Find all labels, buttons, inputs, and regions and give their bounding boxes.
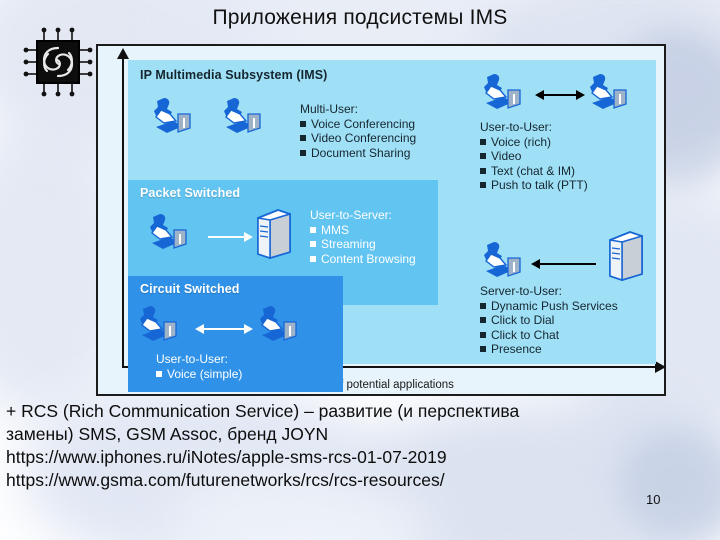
list-item: Voice Conferencing	[300, 117, 416, 132]
group-user-to-user-rich: User-to-User: Voice (rich) Video Text (c…	[480, 120, 588, 193]
region-ims: IP Multimedia Subsystem (IMS) Multi-User…	[128, 60, 656, 392]
region-label-packet-switched: Packet Switched	[140, 186, 241, 200]
list-item: Voice (simple)	[156, 367, 242, 382]
server-icon	[252, 206, 294, 260]
bullet-icon	[480, 302, 486, 309]
group-server-to-user: Server-to-User: Dynamic Push Services Cl…	[480, 284, 618, 357]
person-laptop-icon	[480, 238, 532, 284]
list-item-label: Presence	[491, 342, 542, 357]
note-line-2: замены) SMS, GSM Assoc, бренд JOYN	[6, 424, 329, 444]
list-item: Streaming	[310, 237, 416, 252]
list-item-label: Click to Chat	[491, 327, 560, 342]
bullet-icon	[480, 153, 486, 160]
list-item-label: Text (chat & IM)	[491, 163, 576, 178]
bullet-icon	[310, 226, 316, 233]
region-circuit-switched: Circuit Switched User-to-User: Voice (si…	[128, 276, 343, 392]
group-user-to-server: User-to-Server: MMS Streaming Content Br…	[310, 208, 416, 266]
list-item-label: Content Browsing	[321, 251, 416, 266]
bullet-icon	[156, 370, 162, 377]
list-item-label: Click to Dial	[491, 313, 555, 328]
bidirectional-arrow-icon	[195, 324, 253, 334]
person-laptop-icon	[480, 70, 532, 116]
person-laptop-icon	[146, 210, 198, 256]
list-item-label: Document Sharing	[311, 145, 411, 160]
list-item: Video	[480, 149, 588, 164]
group-heading: Server-to-User:	[480, 284, 563, 298]
list-item: Video Conferencing	[300, 131, 416, 146]
person-laptop-icon	[256, 302, 308, 348]
bullet-icon	[480, 331, 486, 338]
person-laptop-icon	[136, 302, 188, 348]
list-item-label: Video Conferencing	[311, 131, 417, 146]
group-heading: Multi-User:	[300, 102, 359, 116]
group-heading: User-to-User:	[480, 120, 553, 134]
bullet-icon	[300, 149, 306, 156]
bullet-icon	[300, 135, 306, 142]
right-arrow-icon	[208, 232, 253, 242]
list-item: Push to talk (PTT)	[480, 178, 588, 193]
list-item: Content Browsing	[310, 252, 416, 267]
list-item-label: Video	[491, 149, 522, 164]
bullet-icon	[480, 138, 486, 145]
list-item-label: Dynamic Push Services	[491, 298, 618, 313]
bidirectional-arrow-icon	[535, 90, 585, 100]
list-item: Dynamic Push Services	[480, 299, 618, 314]
list-item: MMS	[310, 223, 416, 238]
list-item-label: Push to talk (PTT)	[491, 178, 588, 193]
list-item-label: Voice (simple)	[167, 366, 243, 381]
group-heading: User-to-User:	[156, 352, 229, 366]
page-number: 10	[646, 492, 661, 507]
region-label-circuit-switched: Circuit Switched	[140, 282, 240, 296]
list-item: Presence	[480, 342, 618, 357]
bullet-icon	[480, 317, 486, 324]
group-multi-user: Multi-User: Voice Conferencing Video Con…	[300, 102, 416, 160]
y-axis-line	[122, 58, 124, 368]
list-item-label: Voice (rich)	[491, 134, 552, 149]
list-item: Text (chat & IM)	[480, 164, 588, 179]
y-axis-arrow-icon	[117, 48, 129, 59]
bullet-icon	[310, 255, 316, 262]
bullet-icon	[480, 167, 486, 174]
bullet-icon	[480, 182, 486, 189]
bullet-icon	[310, 241, 316, 248]
note-line-1: + RCS (Rich Communication Service) – раз…	[6, 401, 520, 421]
server-icon	[604, 228, 646, 282]
list-item: Document Sharing	[300, 146, 416, 161]
person-laptop-icon	[150, 94, 202, 140]
left-arrow-icon	[531, 259, 596, 269]
list-item: Click to Dial	[480, 313, 618, 328]
reference-link-gsma[interactable]: https://www.gsma.com/futurenetworks/rcs/…	[6, 469, 716, 492]
x-axis-arrow-icon	[655, 361, 666, 373]
group-heading: User-to-Server:	[310, 208, 393, 222]
bullet-icon	[300, 120, 306, 127]
person-laptop-icon	[586, 70, 638, 116]
region-label-ims: IP Multimedia Subsystem (IMS)	[140, 68, 328, 82]
list-item: Click to Chat	[480, 328, 618, 343]
group-user-to-user-simple: User-to-User: Voice (simple)	[156, 352, 242, 381]
list-item: Voice (rich)	[480, 135, 588, 150]
list-item-label: MMS	[321, 222, 349, 237]
microchip-icon	[22, 26, 94, 98]
reference-link-iphones[interactable]: https://www.iphones.ru/iNotes/apple-sms-…	[6, 446, 716, 469]
slide-title: Приложения подсистемы IMS	[212, 6, 508, 29]
list-item-label: Streaming	[321, 237, 376, 252]
person-laptop-icon	[220, 94, 272, 140]
bullet-icon	[480, 346, 486, 353]
ims-application-diagram: Bandwidth Requirements # of potential ap…	[96, 44, 666, 396]
slide-notes: + RCS (Rich Communication Service) – раз…	[6, 400, 716, 492]
list-item-label: Voice Conferencing	[311, 116, 416, 131]
